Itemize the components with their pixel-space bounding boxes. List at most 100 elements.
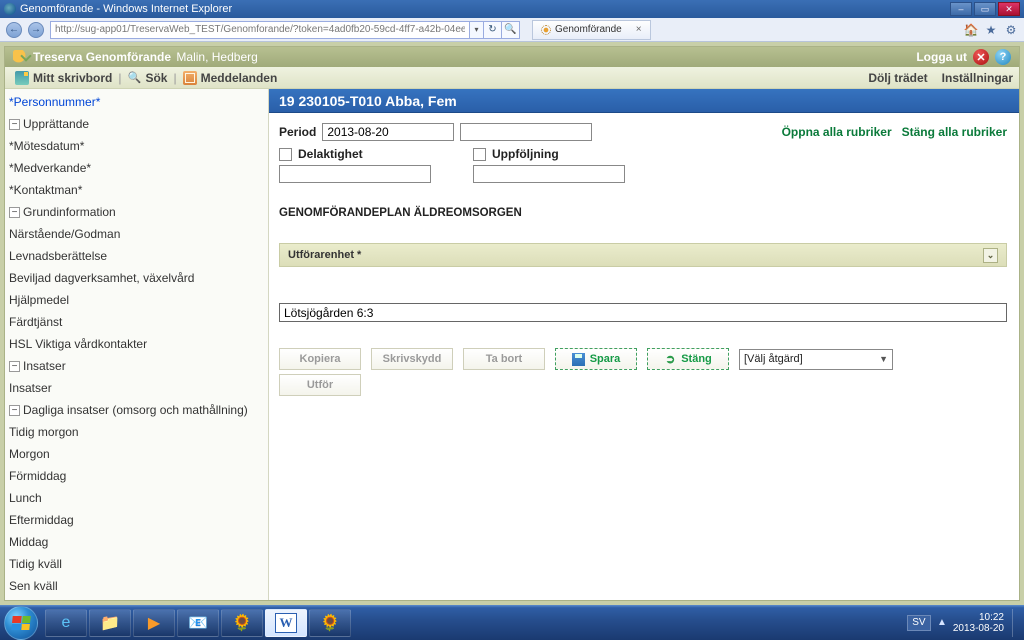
home-icon[interactable]: 🏠: [964, 23, 978, 37]
tabort-button[interactable]: Ta bort: [463, 348, 545, 370]
save-icon: [572, 353, 585, 366]
window-title: Genomförande - Windows Internet Explorer: [20, 3, 232, 15]
taskbar-outlook[interactable]: [177, 609, 219, 637]
taskbar-mediaplayer[interactable]: [133, 609, 175, 637]
toolbar-messages[interactable]: Meddelanden: [179, 71, 282, 85]
taskbar-photo[interactable]: [221, 609, 263, 637]
window-close-button[interactable]: ✕: [998, 2, 1020, 16]
delaktighet-checkbox[interactable]: [279, 148, 292, 161]
refresh-button[interactable]: ↻: [484, 21, 502, 39]
tree-upprattande[interactable]: − Upprättande: [9, 113, 268, 135]
tools-icon[interactable]: ⚙: [1004, 23, 1018, 37]
hide-tree-link[interactable]: Dölj trädet: [868, 71, 927, 85]
tree-item[interactable]: Middag: [9, 531, 268, 553]
tree-item[interactable]: *Medverkande*: [9, 157, 268, 179]
tree-item[interactable]: Sen kväll: [9, 575, 268, 597]
browser-tab[interactable]: Genomförande ×: [532, 20, 651, 40]
search-icon: [127, 71, 141, 85]
collapse-icon[interactable]: −: [9, 207, 20, 218]
tab-close-icon[interactable]: ×: [636, 24, 642, 35]
clock[interactable]: 10:22 2013-08-20: [953, 612, 1004, 634]
skrivskydd-button[interactable]: Skrivskydd: [371, 348, 453, 370]
logout-icon: ✕: [973, 49, 989, 65]
open-all-link[interactable]: Öppna alla rubriker: [782, 125, 892, 139]
taskbar: e W SV ▲ 10:22 2013-08-20: [0, 605, 1024, 640]
browser-search-button[interactable]: 🔍: [502, 21, 520, 39]
tree-personnummer[interactable]: *Personnummer*: [9, 91, 268, 113]
tree-dagliga[interactable]: − Dagliga insatser (omsorg och mathållni…: [9, 399, 268, 421]
stang-button[interactable]: ➲ Stäng: [647, 348, 729, 370]
tab-favicon-icon: [541, 25, 551, 35]
taskbar-explorer[interactable]: [89, 609, 131, 637]
kopiera-button[interactable]: Kopiera: [279, 348, 361, 370]
address-bar: ▾ ↻ 🔍: [50, 21, 520, 39]
maximize-button[interactable]: ▭: [974, 2, 996, 16]
tree-item[interactable]: Färdtjänst: [9, 311, 268, 333]
system-tray: SV ▲ 10:22 2013-08-20: [907, 609, 1020, 637]
action-select[interactable]: [Välj åtgärd] ▼: [739, 349, 893, 370]
tree-item[interactable]: Eftermiddag: [9, 509, 268, 531]
taskbar-photo2[interactable]: [309, 609, 351, 637]
close-arrow-icon: ➲: [664, 353, 676, 365]
tree-item[interactable]: HSL Viktiga vårdkontakter: [9, 333, 268, 355]
nav-forward-button[interactable]: →: [28, 22, 44, 38]
tree-item[interactable]: *Kontaktman*: [9, 179, 268, 201]
windows-logo-icon: [11, 616, 30, 630]
tree-insatser[interactable]: − Insatser: [9, 355, 268, 377]
period-to-input[interactable]: [460, 123, 592, 141]
tree-item[interactable]: Morgon: [9, 443, 268, 465]
show-desktop-button[interactable]: [1012, 609, 1020, 637]
tree-item[interactable]: Tidig morgon: [9, 421, 268, 443]
tree-item[interactable]: *Mötesdatum*: [9, 135, 268, 157]
address-dropdown[interactable]: ▾: [470, 21, 484, 39]
app-header: Treserva Genomförande Malin, Hedberg Log…: [5, 47, 1019, 67]
chevron-down-icon[interactable]: ⌄: [983, 248, 998, 263]
language-indicator[interactable]: SV: [907, 615, 931, 631]
accordion-utforarenhet[interactable]: Utförarenhet * ⌄: [279, 243, 1007, 267]
tree-item[interactable]: Närstående/Godman: [9, 223, 268, 245]
app-logo-icon: [13, 50, 27, 64]
close-all-link[interactable]: Stäng alla rubriker: [902, 125, 1007, 139]
unit-input[interactable]: [279, 303, 1007, 322]
tree-item[interactable]: Tidig kväll: [9, 553, 268, 575]
spara-button[interactable]: Spara: [555, 348, 637, 370]
utfor-button[interactable]: Utför: [279, 374, 361, 396]
uppfoljning-checkbox[interactable]: [473, 148, 486, 161]
tray-overflow-icon[interactable]: ▲: [937, 617, 947, 628]
period-from-input[interactable]: [322, 123, 454, 141]
action-select-value: [Välj åtgärd]: [744, 353, 803, 365]
messages-icon: [183, 71, 197, 85]
minimize-button[interactable]: –: [950, 2, 972, 16]
delaktighet-label: Delaktighet: [298, 147, 363, 161]
navigation-tree[interactable]: *Personnummer* − Upprättande *Mötesdatum…: [5, 89, 269, 600]
browser-toolbar: ← → ▾ ↻ 🔍 Genomförande × 🏠 ★ ⚙: [0, 18, 1024, 42]
tree-item[interactable]: Beviljad dagverksamhet, växelvård: [9, 267, 268, 289]
taskbar-ie[interactable]: e: [45, 609, 87, 637]
patient-id-name: 19 230105-T010 Abba, Fem: [279, 93, 457, 109]
tree-grundinformation[interactable]: − Grundinformation: [9, 201, 268, 223]
favorites-icon[interactable]: ★: [984, 23, 998, 37]
toolbar-search[interactable]: Sök: [123, 71, 171, 85]
start-button[interactable]: [4, 606, 38, 640]
section-title: GENOMFÖRANDEPLAN ÄLDREOMSORGEN: [279, 207, 1007, 219]
help-icon[interactable]: ?: [995, 49, 1011, 65]
tree-item[interactable]: Förmiddag: [9, 465, 268, 487]
app-toolbar: Mitt skrivbord | Sök | Meddelanden Dölj …: [5, 67, 1019, 89]
settings-link[interactable]: Inställningar: [942, 71, 1013, 85]
taskbar-word[interactable]: W: [265, 609, 307, 637]
collapse-icon[interactable]: −: [9, 405, 20, 416]
nav-back-button[interactable]: ←: [6, 22, 22, 38]
collapse-icon[interactable]: −: [9, 119, 20, 130]
logout-label: Logga ut: [916, 50, 967, 64]
tree-item[interactable]: Insatser: [9, 377, 268, 399]
accordion-label: Utförarenhet *: [288, 249, 361, 261]
address-input[interactable]: [50, 21, 470, 39]
tree-item[interactable]: Hjälpmedel: [9, 289, 268, 311]
tree-item[interactable]: Lunch: [9, 487, 268, 509]
logout-button[interactable]: Logga ut ✕: [916, 49, 989, 65]
collapse-icon[interactable]: −: [9, 361, 20, 372]
tree-item[interactable]: Levnadsberättelse: [9, 245, 268, 267]
toolbar-desktop[interactable]: Mitt skrivbord: [11, 71, 116, 85]
delaktighet-input[interactable]: [279, 165, 431, 183]
uppfoljning-input[interactable]: [473, 165, 625, 183]
